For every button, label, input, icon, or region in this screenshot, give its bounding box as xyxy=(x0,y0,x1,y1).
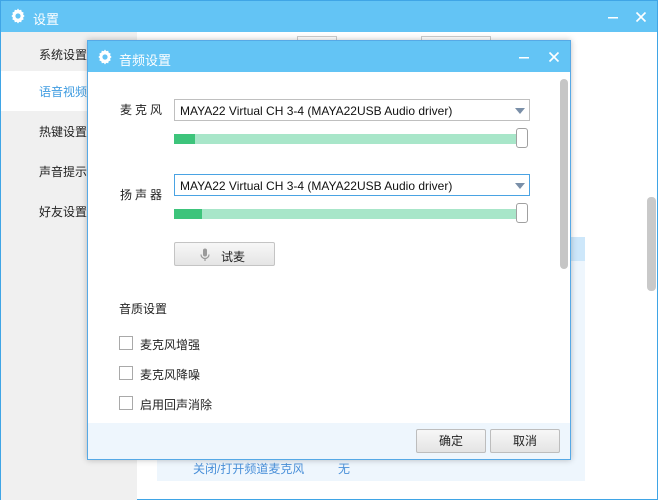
settings-title-bar: 设置 xyxy=(1,1,657,32)
audio-settings-dialog: 音频设置 麦克风 MAYA22 Virtual CH 3-4 (MAYA22US… xyxy=(87,40,571,460)
audio-dialog-scrollbar[interactable] xyxy=(560,79,568,269)
microphone-device-value: MAYA22 Virtual CH 3-4 (MAYA22USB Audio d… xyxy=(180,104,453,118)
audio-dialog-title: 音频设置 xyxy=(119,53,172,68)
minimize-icon[interactable] xyxy=(605,9,621,25)
chevron-down-icon xyxy=(515,183,525,189)
minimize-icon[interactable] xyxy=(516,49,532,65)
mic-enhance-label: 麦克风增强 xyxy=(140,338,201,352)
speaker-volume-handle[interactable] xyxy=(516,203,528,223)
audio-dialog-footer: 确定 取消 xyxy=(88,423,570,459)
speaker-level-fill xyxy=(174,209,202,219)
speaker-level-meter xyxy=(174,209,520,219)
sidebar-item-label: 系统设置 xyxy=(39,48,88,62)
speaker-device-value: MAYA22 Virtual CH 3-4 (MAYA22USB Audio d… xyxy=(180,179,453,193)
audio-quality-heading: 音质设置 xyxy=(119,302,168,316)
gear-icon xyxy=(11,8,25,24)
sidebar-item-label: 好友设置 xyxy=(39,205,88,219)
chevron-down-icon xyxy=(515,108,525,114)
mic-noise-reduction-label: 麦克风降噪 xyxy=(140,368,201,382)
microphone-device-select[interactable]: MAYA22 Virtual CH 3-4 (MAYA22USB Audio d… xyxy=(174,99,530,121)
mic-enhance-checkbox[interactable] xyxy=(119,336,133,350)
mic-noise-reduction-checkbox[interactable] xyxy=(119,366,133,380)
sidebar-item-label: 语音视频 xyxy=(39,85,88,99)
microphone-label: 麦克风 xyxy=(120,103,166,117)
ok-button[interactable]: 确定 xyxy=(416,429,486,453)
test-mic-label: 试麦 xyxy=(221,250,246,264)
settings-scrollbar[interactable] xyxy=(647,197,656,291)
hotkey-row[interactable]: 关闭/打开频道麦克风 无 xyxy=(193,460,350,477)
hotkey-row-label: 关闭/打开频道麦克风 xyxy=(193,462,305,476)
microphone-level-fill xyxy=(174,134,195,144)
speaker-device-select[interactable]: MAYA22 Virtual CH 3-4 (MAYA22USB Audio d… xyxy=(174,174,530,196)
speaker-label: 扬声器 xyxy=(120,188,166,202)
close-icon[interactable] xyxy=(546,49,562,65)
test-mic-button[interactable]: 试麦 xyxy=(174,242,275,266)
microphone-volume-handle[interactable] xyxy=(516,128,528,148)
sidebar-item-label: 热键设置 xyxy=(39,125,88,139)
microphone-level-meter xyxy=(174,134,520,144)
sidebar-item-label: 声音提示 xyxy=(39,165,88,179)
hotkey-row-value: 无 xyxy=(338,462,351,476)
audio-dialog-title-bar: 音频设置 xyxy=(88,41,570,72)
echo-cancellation-label: 启用回声消除 xyxy=(140,398,213,412)
close-icon[interactable] xyxy=(633,9,649,25)
echo-cancellation-checkbox[interactable] xyxy=(119,396,133,410)
settings-title: 设置 xyxy=(33,12,60,27)
gear-icon xyxy=(98,49,112,65)
cancel-button[interactable]: 取消 xyxy=(490,429,560,453)
microphone-icon xyxy=(200,248,210,261)
